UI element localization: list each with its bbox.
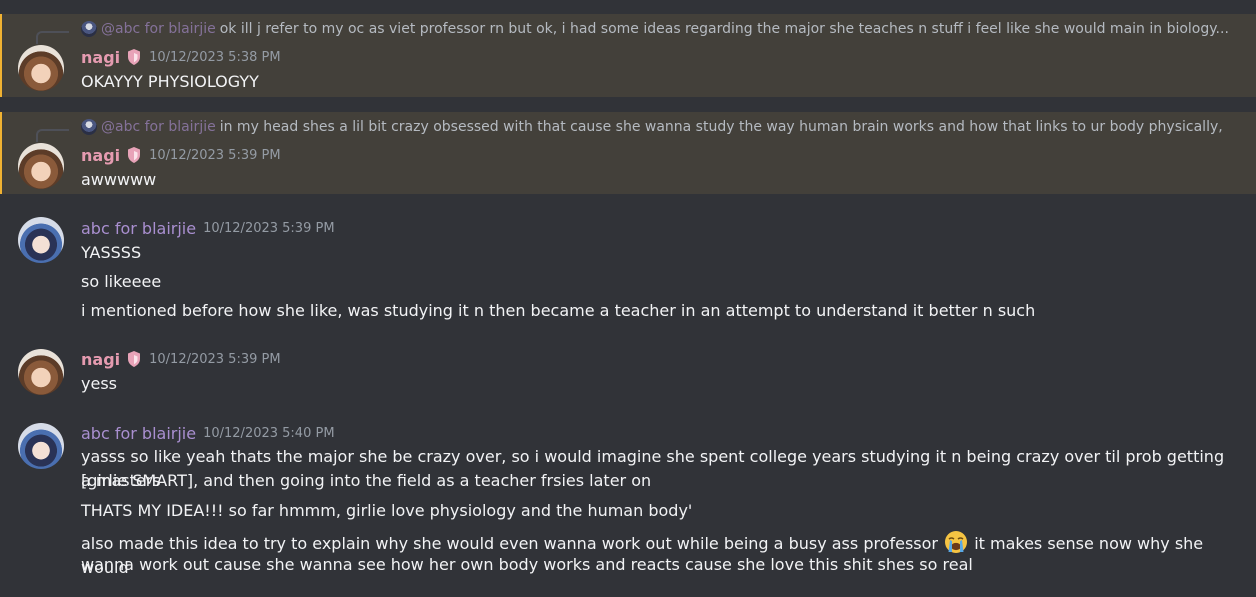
message: abc for blairjie 10/12/2023 5:39 PM YASS… [0, 210, 1256, 330]
message-mention: @abc for blairjie ok ill j refer to my o… [0, 14, 1256, 97]
username[interactable]: nagi [81, 350, 120, 369]
timestamp: 10/12/2023 5:39 PM [149, 147, 281, 163]
reply-avatar [81, 21, 97, 37]
reply-text[interactable]: ok ill j refer to my oc as viet professo… [220, 21, 1228, 37]
message-header: nagi 10/12/2023 5:39 PM [81, 348, 281, 370]
avatar[interactable] [18, 45, 64, 91]
timestamp: 10/12/2023 5:40 PM [203, 425, 335, 441]
avatar[interactable] [18, 349, 64, 395]
timestamp: 10/12/2023 5:38 PM [149, 49, 281, 65]
shield-heart-icon [128, 147, 141, 163]
reply-avatar [81, 119, 97, 135]
reply-author[interactable]: @abc for blairjie [101, 21, 216, 37]
message-text: YASSSS [81, 243, 142, 262]
message-text: so likeeee [81, 272, 162, 291]
message: abc for blairjie 10/12/2023 5:40 PM yass… [0, 415, 1256, 597]
shield-heart-icon [128, 351, 141, 367]
reply-connector [36, 129, 69, 142]
message-text: awwwww [81, 170, 157, 189]
message-text: wanna work out cause she wanna see how h… [81, 555, 973, 574]
message-header: nagi 10/12/2023 5:39 PM [81, 144, 281, 166]
message-text: also made this idea to try to explain wh… [81, 534, 938, 553]
reply-connector [36, 31, 69, 44]
message: nagi 10/12/2023 5:39 PM yess [0, 341, 1256, 401]
message-header: abc for blairjie 10/12/2023 5:40 PM [81, 422, 335, 444]
avatar[interactable] [18, 143, 64, 189]
chat-message-list: @abc for blairjie ok ill j refer to my o… [0, 0, 1256, 597]
message-text: [girlie SMART], and then going into the … [81, 471, 652, 490]
message-text: THATS MY IDEA!!! so far hmmm, girlie lov… [81, 501, 693, 520]
message-header: abc for blairjie 10/12/2023 5:39 PM [81, 217, 335, 239]
reply-text[interactable]: in my head shes a lil bit crazy obsessed… [220, 119, 1228, 135]
reply-preview[interactable]: @abc for blairjie in my head shes a lil … [81, 118, 1228, 136]
loudly-crying-face-emoji [945, 531, 968, 553]
avatar[interactable] [18, 217, 64, 263]
reply-preview[interactable]: @abc for blairjie ok ill j refer to my o… [81, 20, 1228, 38]
avatar[interactable] [18, 423, 64, 469]
timestamp: 10/12/2023 5:39 PM [149, 351, 281, 367]
username[interactable]: nagi [81, 146, 120, 165]
username[interactable]: nagi [81, 48, 120, 67]
message-text: OKAYYY PHYSIOLOGYY [81, 72, 259, 91]
message-text: i mentioned before how she like, was stu… [81, 301, 1036, 320]
username[interactable]: abc for blairjie [81, 424, 196, 443]
message-header: nagi 10/12/2023 5:38 PM [81, 46, 281, 68]
message-mention: @abc for blairjie in my head shes a lil … [0, 112, 1256, 194]
timestamp: 10/12/2023 5:39 PM [203, 220, 335, 236]
username[interactable]: abc for blairjie [81, 219, 196, 238]
message-text: yess [81, 374, 117, 393]
reply-author[interactable]: @abc for blairjie [101, 119, 216, 135]
shield-heart-icon [128, 49, 141, 65]
